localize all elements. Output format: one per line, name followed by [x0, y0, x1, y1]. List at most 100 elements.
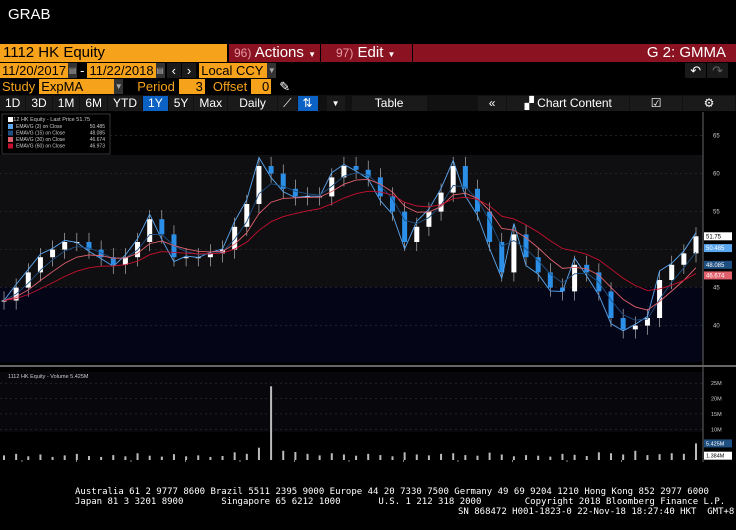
range-3d[interactable]: 3D	[26, 95, 52, 111]
volume-bar	[209, 456, 212, 460]
actions-menu[interactable]: 96) Actions ▼	[229, 44, 320, 62]
chevron-down-icon[interactable]: ▼	[114, 79, 124, 94]
price-tick: 60	[713, 172, 720, 178]
offset-input[interactable]: 0	[251, 79, 272, 94]
range-1m[interactable]: 1M	[52, 95, 80, 111]
candle-body	[414, 226, 420, 242]
candle-body	[292, 188, 298, 197]
legend-label: EMAVG (60) on Close	[16, 144, 65, 150]
study-label: Study	[2, 79, 36, 94]
collapse-button[interactable]: «	[477, 95, 507, 111]
range-6m[interactable]: 6M	[80, 95, 108, 111]
volume-bar	[646, 455, 649, 460]
edit-number: 97)	[336, 46, 354, 60]
volume-bar	[500, 454, 503, 460]
chart-content-icon: ▞	[524, 95, 538, 110]
study-select[interactable]: ExpMA	[39, 79, 115, 94]
volume-bar	[464, 455, 467, 460]
price-tag-label: 50.485	[706, 246, 725, 252]
volume-bar	[306, 453, 309, 460]
price-chart[interactable]: 40455055606510M15M20M25MDecJanFebMarAprM…	[0, 112, 736, 462]
volume-bar	[233, 452, 236, 460]
volume-bar	[221, 456, 224, 460]
redo-button[interactable]: ↷	[707, 63, 728, 78]
volume-bar	[476, 455, 479, 460]
undo-button[interactable]: ↶	[685, 63, 707, 78]
volume-bar	[124, 456, 127, 460]
offset-label: Offset	[212, 79, 248, 94]
frequency-select[interactable]: Daily ▼	[228, 95, 278, 125]
start-date-field[interactable]: 11/20/2017	[0, 63, 69, 78]
range-1y[interactable]: 1Y	[143, 95, 168, 111]
date-separator: -	[80, 63, 85, 78]
end-date-field[interactable]: 11/22/2018	[87, 63, 156, 78]
volume-bar	[452, 453, 455, 460]
volume-bar	[245, 453, 248, 460]
chevron-down-icon[interactable]: ▼	[267, 63, 277, 78]
chart-type-dropdown[interactable]: ▼	[326, 95, 345, 111]
volume-bar	[525, 455, 528, 460]
volume-bar	[15, 453, 18, 460]
volume-bar	[573, 454, 576, 460]
next-period-button[interactable]: ›	[181, 63, 197, 78]
edit-menu[interactable]: 97) Edit ▼	[321, 44, 412, 62]
security-field[interactable]: 1112 HK Equity	[0, 44, 227, 62]
candle-body	[608, 291, 614, 318]
volume-bar	[282, 450, 285, 460]
legend-title: 1112 HK Equity - Last Price 51.75	[8, 117, 90, 123]
range-1d[interactable]: 1D	[0, 95, 26, 111]
range-ytd[interactable]: YTD	[108, 95, 143, 111]
volume-bar	[537, 455, 540, 460]
candle-body	[620, 318, 626, 330]
annotate-icon[interactable]: ☑	[630, 95, 683, 111]
volume-bar	[367, 453, 370, 460]
volume-bar	[355, 455, 358, 460]
volume-bar	[488, 452, 491, 460]
volume-tick: 15M	[711, 412, 722, 418]
legend-value: 48.085	[90, 131, 106, 137]
volume-bar	[39, 454, 42, 460]
currency-select[interactable]: Local CCY	[199, 63, 268, 78]
volume-bar	[670, 453, 673, 460]
price-tick: 55	[713, 210, 720, 216]
candlestick-icon[interactable]: ⇅	[297, 95, 318, 111]
candle-body	[402, 211, 408, 242]
line-chart-icon[interactable]: ⟋	[278, 95, 297, 111]
chart-content-button[interactable]: ▞ Chart Content	[507, 95, 630, 111]
volume-bar	[549, 456, 552, 460]
volume-bar	[294, 452, 297, 460]
edit-label: Edit	[357, 44, 384, 61]
legend-swatch	[8, 143, 13, 149]
table-button[interactable]: Table	[351, 95, 427, 111]
legend-swatch	[8, 124, 13, 129]
range-5y[interactable]: 5Y	[168, 95, 194, 111]
range-max[interactable]: Max	[194, 95, 228, 111]
actions-label: Actions	[254, 44, 304, 61]
candle-body	[693, 236, 699, 254]
volume-bar	[440, 453, 443, 460]
volume-bar	[87, 456, 90, 460]
calendar-icon[interactable]: ▤	[155, 63, 165, 78]
volume-bar	[112, 455, 115, 460]
calendar-icon[interactable]: ▤	[68, 63, 78, 78]
legend-label: EMAVG (3) on Close	[16, 124, 63, 130]
volume-bar	[51, 456, 54, 460]
pencil-icon[interactable]: ✎	[279, 79, 290, 95]
candle-body	[377, 177, 383, 197]
settings-gear-icon[interactable]: ⚙	[683, 95, 735, 111]
volume-bar	[3, 455, 5, 460]
actions-number: 96)	[234, 46, 252, 60]
volume-bar	[160, 456, 163, 460]
legend-value: 50.485	[90, 124, 106, 130]
candle-body	[632, 325, 638, 330]
volume-tick: 10M	[711, 427, 722, 433]
candle-body	[232, 226, 238, 250]
legend-value: 46.674	[90, 137, 106, 143]
candle-body	[547, 272, 553, 288]
candle-body	[329, 177, 335, 197]
period-input[interactable]: 3	[178, 79, 205, 94]
volume-bar	[148, 455, 151, 460]
prev-period-button[interactable]: ‹	[166, 63, 181, 78]
volume-bar	[197, 455, 200, 460]
candle-body	[426, 211, 432, 227]
